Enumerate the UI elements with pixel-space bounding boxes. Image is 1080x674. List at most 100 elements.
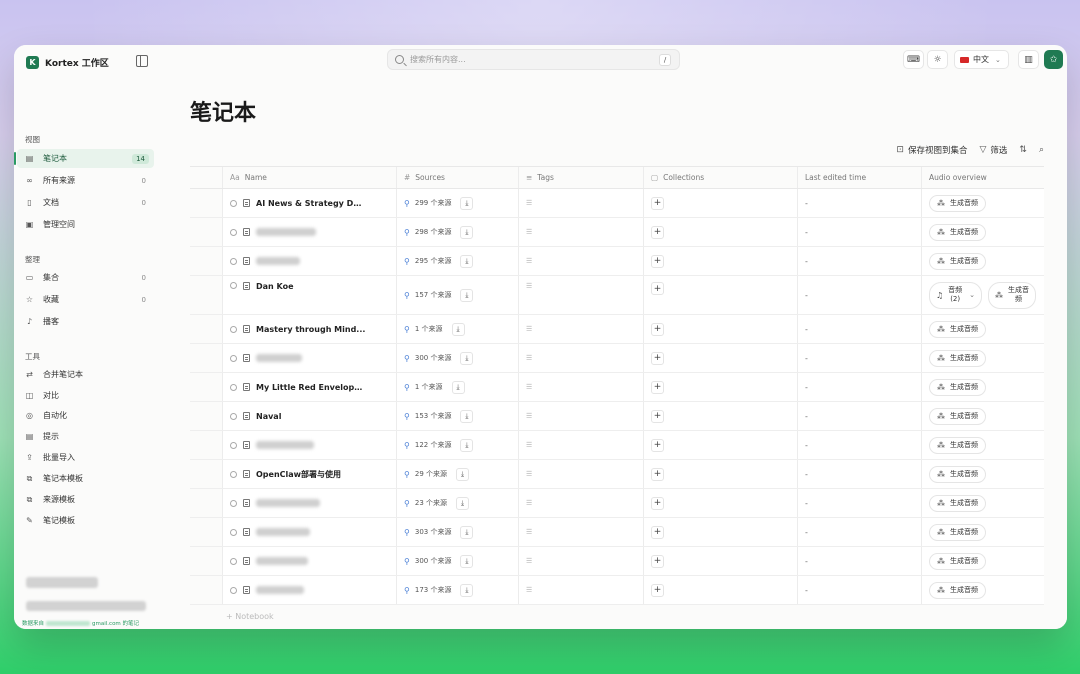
table-row[interactable]: ⚲ 300 个来源 ⤓ ☰ + - ⁂ 生成音频 [190, 344, 1044, 373]
tags-cell[interactable]: ☰ [519, 518, 644, 546]
sidebar-item[interactable]: ⧉ 笔记本模板 [17, 469, 154, 488]
column-header[interactable]: Last edited time [798, 167, 922, 188]
tags-cell[interactable]: ☰ [519, 489, 644, 517]
download-button[interactable]: ⤓ [451, 380, 465, 394]
notebook-name[interactable]: Dan Koe [256, 282, 294, 291]
sidebar-item[interactable]: ◎ 自动化 [17, 406, 154, 425]
row-select-radio[interactable] [230, 412, 237, 420]
add-collection-button[interactable]: + [651, 196, 664, 210]
tags-cell[interactable]: ☰ [519, 431, 644, 459]
row-select-radio[interactable] [230, 499, 237, 507]
generate-audio-button[interactable]: ⁂ 生成音频 [929, 436, 986, 454]
search-input[interactable]: 搜索所有内容... / [387, 49, 680, 70]
sidebar-item[interactable]: ∞ 所有来源 0 [17, 171, 154, 190]
column-header[interactable]: # Sources [397, 167, 519, 188]
sidebar-item[interactable]: ▯ 文档 0 [17, 193, 154, 212]
sidebar-item[interactable]: ▤ 笔记本 14 [14, 149, 154, 168]
add-collection-button[interactable]: + [651, 525, 664, 539]
download-button[interactable]: ⤓ [456, 496, 469, 510]
table-row[interactable]: Naval ⚲ 153 个来源 ⤓ ☰ + - ⁂ 生成音频 [190, 402, 1044, 431]
download-button[interactable]: ⤓ [460, 525, 474, 539]
tags-cell[interactable]: ☰ [519, 189, 644, 217]
table-row[interactable]: ⚲ 303 个来源 ⤓ ☰ + - ⁂ 生成音频 [190, 518, 1044, 547]
add-collection-button[interactable]: + [651, 438, 664, 452]
add-collection-button[interactable]: + [651, 351, 664, 365]
filter-button[interactable]: ▽ 筛选 [979, 144, 1007, 156]
tags-cell[interactable]: ☰ [519, 547, 644, 575]
add-collection-button[interactable]: + [651, 496, 664, 510]
name-cell[interactable] [223, 518, 397, 546]
tags-cell[interactable]: ☰ [519, 576, 644, 604]
download-button[interactable]: ⤓ [460, 583, 474, 597]
generate-audio-button[interactable]: ⁂ 生成音频 [929, 581, 986, 599]
table-row[interactable]: Dan Koe ⚲ 157 个来源 ⤓ ☰ + - ♫ 音频 (2) ⌄ ⁂ 生成音频 [190, 276, 1044, 315]
download-button[interactable]: ⤓ [460, 288, 474, 302]
notebook-name[interactable]: AI News & Strategy Da... [256, 199, 366, 208]
table-row[interactable]: My Little Red Envelope... ⚲ 1 个来源 ⤓ ☰ + - ⁂ 生成音频 [190, 373, 1044, 402]
row-select-radio[interactable] [230, 354, 237, 362]
row-select-radio[interactable] [230, 441, 237, 449]
audio-dropdown-button[interactable]: ♫ 音频 (2) ⌄ [929, 281, 983, 309]
book-view-button[interactable]: ▥ [1018, 50, 1039, 69]
name-cell[interactable]: Dan Koe [223, 276, 397, 314]
generate-audio-button[interactable]: ⁂ 生成音频 [929, 465, 986, 483]
add-collection-button[interactable]: + [651, 583, 664, 597]
download-button[interactable]: ⤓ [460, 254, 474, 268]
tags-cell[interactable]: ☰ [519, 218, 644, 246]
notebook-name[interactable]: Mastery through Mind... [256, 325, 365, 334]
notebook-name[interactable]: My Little Red Envelope... [256, 383, 366, 392]
add-collection-button[interactable]: + [651, 554, 664, 568]
column-header[interactable]: Audio overview [922, 167, 1044, 188]
sidebar-item[interactable]: ▭ 集合 0 [17, 268, 154, 287]
tags-cell[interactable]: ☰ [519, 402, 644, 430]
favorite-button[interactable]: ✩ [1044, 50, 1063, 69]
notebook-name[interactable]: Naval [256, 412, 281, 421]
sidebar-item[interactable]: ◫ 对比 [17, 386, 154, 405]
sidebar-toggle-icon[interactable] [136, 55, 148, 67]
generate-audio-button[interactable]: ⁂ 生成音频 [929, 494, 986, 512]
tags-cell[interactable]: ☰ [519, 373, 644, 401]
tags-cell[interactable]: ☰ [519, 247, 644, 275]
generate-audio-button[interactable]: ⁂ 生成音频 [929, 194, 986, 212]
row-select-radio[interactable] [230, 470, 237, 478]
notebook-name[interactable]: OpenClaw部署与使用 [256, 469, 341, 480]
name-cell[interactable] [223, 344, 397, 372]
name-cell[interactable]: OpenClaw部署与使用 [223, 460, 397, 488]
column-header[interactable]: ≡ Tags [519, 167, 644, 188]
theme-toggle-button[interactable]: ☼ [927, 50, 948, 69]
table-row[interactable]: OpenClaw部署与使用 ⚲ 29 个来源 ⤓ ☰ + - ⁂ 生成音频 [190, 460, 1044, 489]
table-row[interactable]: ⚲ 23 个来源 ⤓ ☰ + - ⁂ 生成音频 [190, 489, 1044, 518]
sidebar-item[interactable]: ▣ 管理空间 [17, 215, 154, 234]
sidebar-item[interactable]: ⇄ 合并笔记本 [17, 365, 154, 384]
add-collection-button[interactable]: + [651, 225, 664, 239]
sidebar-item[interactable]: ♪ 播客 [17, 312, 154, 331]
download-button[interactable]: ⤓ [451, 322, 465, 336]
row-select-radio[interactable] [230, 228, 237, 236]
add-collection-button[interactable]: + [651, 380, 664, 394]
row-select-radio[interactable] [230, 257, 237, 265]
sidebar-item[interactable]: ☆ 收藏 0 [17, 290, 154, 309]
tags-cell[interactable]: ☰ [519, 315, 644, 343]
column-header[interactable]: Aa Name [223, 167, 397, 188]
table-row[interactable]: ⚲ 122 个来源 ⤓ ☰ + - ⁂ 生成音频 [190, 431, 1044, 460]
row-select-radio[interactable] [230, 586, 237, 594]
sidebar-item[interactable]: ✎ 笔记模板 [17, 511, 154, 530]
name-cell[interactable]: AI News & Strategy Da... [223, 189, 397, 217]
sidebar-item[interactable]: ▤ 提示 [17, 427, 154, 446]
row-select-radio[interactable] [230, 325, 237, 333]
row-select-radio[interactable] [230, 282, 237, 289]
add-collection-button[interactable]: + [651, 467, 664, 481]
name-cell[interactable] [223, 576, 397, 604]
row-select-radio[interactable] [230, 557, 237, 565]
name-cell[interactable]: My Little Red Envelope... [223, 373, 397, 401]
name-cell[interactable]: Naval [223, 402, 397, 430]
generate-audio-button[interactable]: ⁂ 生成音频 [929, 523, 986, 541]
table-row[interactable]: ⚲ 298 个来源 ⤓ ☰ + - ⁂ 生成音频 [190, 218, 1044, 247]
generate-audio-button[interactable]: ⁂ 生成音频 [929, 552, 986, 570]
download-button[interactable]: ⤓ [460, 196, 474, 210]
name-cell[interactable] [223, 218, 397, 246]
download-button[interactable]: ⤓ [460, 409, 474, 423]
column-header[interactable]: ▢ Collections [644, 167, 798, 188]
tags-cell[interactable]: ☰ [519, 276, 644, 314]
download-button[interactable]: ⤓ [460, 438, 474, 452]
